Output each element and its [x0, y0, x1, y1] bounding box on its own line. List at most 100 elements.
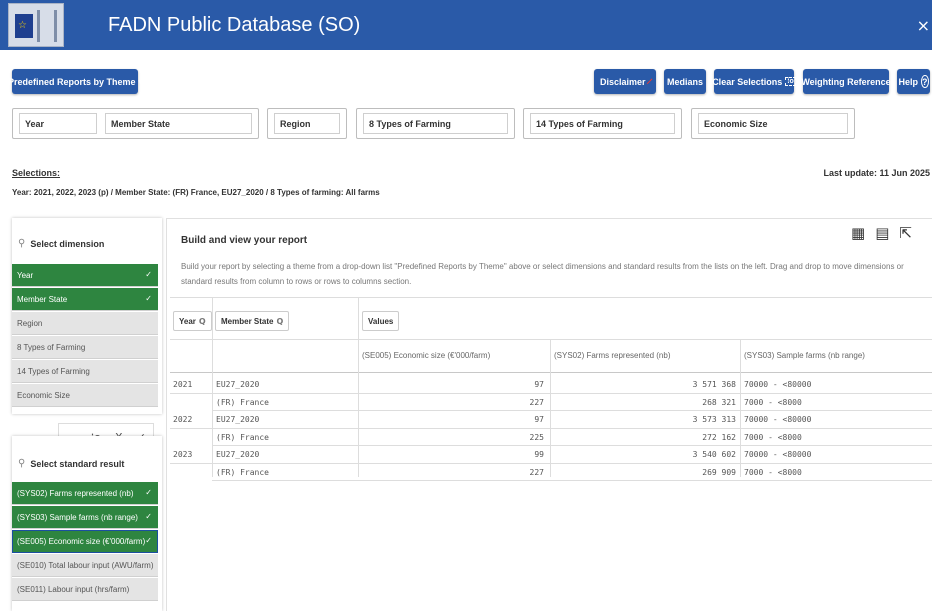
standard-result-item[interactable]: (SYS02) Farms represented (nb) [12, 482, 158, 505]
cell-se005: 227 [529, 467, 544, 477]
filter-group-year-member-state: Year Member State [12, 108, 259, 139]
cell-member-state: (FR) France [216, 432, 269, 442]
chevron-down-icon: ▾ [138, 78, 143, 86]
help-icon: ? [921, 75, 929, 88]
cell-year: 2022 [173, 415, 193, 424]
cell-sys02: 272 162 [702, 432, 736, 442]
cell-year: 2023 [173, 450, 193, 459]
column-header-sys02: (SYS02) Farms represented (nb) [554, 351, 671, 360]
eu-logo: ☆ [8, 3, 64, 47]
filter-14-types-of-farming[interactable]: 14 Types of Farming [530, 113, 675, 134]
clear-selections-button[interactable]: Clear Selections ⁞o [712, 69, 796, 94]
pill-year[interactable]: Year Q [173, 311, 212, 331]
grid-divider [358, 297, 359, 477]
row-divider [212, 410, 932, 411]
pill-member-state-label: Member State [221, 317, 274, 326]
standard-result-item[interactable]: (SE005) Economic size (€'000/farm) [12, 530, 158, 553]
export-icon[interactable]: ⇱ [899, 224, 912, 242]
filter-economic-size[interactable]: Economic Size [698, 113, 848, 134]
standard-result-item[interactable]: (SE010) Total labour input (AWU/farm) [12, 554, 158, 577]
cell-se005: 99 [534, 450, 544, 459]
predefined-reports-button[interactable]: Predefined Reports by Theme ▾ [8, 69, 142, 94]
filter-region[interactable]: Region [274, 113, 340, 134]
cell-sys03: 7000 - <8000 [744, 432, 802, 442]
predefined-reports-label: Predefined Reports by Theme [7, 76, 136, 87]
filter-member-state[interactable]: Member State [105, 113, 252, 134]
row-divider [170, 427, 932, 429]
help-button[interactable]: Help ? [897, 69, 930, 94]
cell-se005: 227 [529, 397, 544, 407]
commission-building-icon [37, 10, 57, 42]
pill-values-label: Values [368, 317, 394, 326]
close-icon[interactable]: × [917, 16, 930, 35]
eu-flag-icon: ☆ [15, 14, 33, 38]
report-description: Build your report by selecting a theme f… [181, 262, 904, 286]
clear-selections-label: Clear Selections [712, 76, 783, 87]
grid-divider [550, 339, 551, 477]
cell-member-state: (FR) France [216, 467, 269, 477]
grid-divider [740, 339, 741, 477]
filter-year[interactable]: Year [19, 113, 97, 134]
pill-values[interactable]: Values [362, 311, 400, 331]
dimension-item[interactable]: Region [12, 312, 158, 335]
weighting-reference-label: Weighting Reference [801, 76, 891, 87]
column-header-sys03: (SYS03) Sample farms (nb range) [744, 351, 865, 360]
cell-sys02: 3 571 368 [692, 380, 736, 389]
row-divider [170, 462, 932, 464]
cell-se005: 225 [529, 432, 544, 442]
cell-year: 2021 [173, 380, 193, 389]
dimension-item[interactable]: Year [12, 264, 158, 287]
report-title: Build and view your report [181, 235, 308, 246]
search-icon: ⚲ [18, 458, 26, 469]
report-icons: ▦ ▤ ⇱ [851, 224, 912, 242]
cell-sys03: 70000 - <80000 [744, 415, 812, 424]
row-divider [170, 392, 932, 394]
dimension-item[interactable]: 14 Types of Farming [12, 360, 158, 383]
cell-member-state: (FR) France [216, 397, 269, 407]
standard-result-item[interactable]: (SE011) Labour input (hrs/farm) [12, 578, 158, 601]
grid-divider [170, 339, 932, 340]
search-icon: ⚲ [18, 238, 26, 249]
dimension-item[interactable]: Member State [12, 288, 158, 311]
dimension-search[interactable]: ⚲ Select dimension [18, 238, 104, 249]
clear-selections-icon: ⁞o [785, 77, 796, 86]
table-layout-icon[interactable]: ▦ [851, 224, 865, 242]
filter-group-economic-size: Economic Size [691, 108, 855, 139]
filter-group-8-types: 8 Types of Farming [356, 108, 515, 139]
cell-member-state: EU27_2020 [216, 415, 260, 424]
search-icon: Q [276, 317, 284, 326]
row-divider [212, 480, 932, 481]
filter-group-14-types: 14 Types of Farming [523, 108, 682, 139]
disclaimer-button[interactable]: Disclaimer [594, 69, 656, 94]
cell-sys03: 70000 - <80000 [744, 450, 812, 459]
pill-year-label: Year [179, 317, 196, 326]
grid-divider [212, 297, 213, 477]
app-title: FADN Public Database (SO) [108, 14, 361, 36]
weighting-reference-button[interactable]: Weighting Reference [801, 69, 891, 94]
cell-sys02: 3 540 602 [692, 450, 736, 459]
selections-title: Selections: [12, 168, 61, 178]
cell-sys02: 269 909 [702, 467, 736, 477]
standard-result-search[interactable]: ⚲ Select standard result [18, 458, 124, 469]
pill-member-state[interactable]: Member State Q [215, 311, 290, 331]
filter-8-types-of-farming[interactable]: 8 Types of Farming [363, 113, 508, 134]
grid-divider [170, 297, 932, 298]
cell-sys02: 3 573 313 [692, 415, 736, 424]
dimension-search-label: Select dimension [30, 238, 105, 249]
row-divider [212, 445, 932, 446]
last-update: Last update: 11 Jun 2025 [823, 168, 930, 178]
table-view-icon[interactable]: ▤ [875, 224, 889, 242]
dimension-item[interactable]: Economic Size [12, 384, 158, 407]
help-label: Help [898, 76, 919, 87]
medians-label: Medians [667, 76, 704, 87]
dimension-item[interactable]: 8 Types of Farming [12, 336, 158, 359]
cell-se005: 97 [534, 380, 544, 389]
cell-member-state: EU27_2020 [216, 450, 260, 459]
column-header-se005: (SE005) Economic size (€'000/farm) [362, 351, 491, 360]
disclaimer-label: Disclaimer [600, 76, 646, 87]
standard-result-search-label: Select standard result [30, 458, 125, 469]
medians-button[interactable]: Medians [664, 69, 706, 94]
standard-result-item[interactable]: (SYS03) Sample farms (nb range) [12, 506, 158, 529]
cell-se005: 97 [534, 415, 544, 424]
standard-result-panel: ⚲ Select standard result (SYS02) Farms r… [12, 436, 162, 611]
